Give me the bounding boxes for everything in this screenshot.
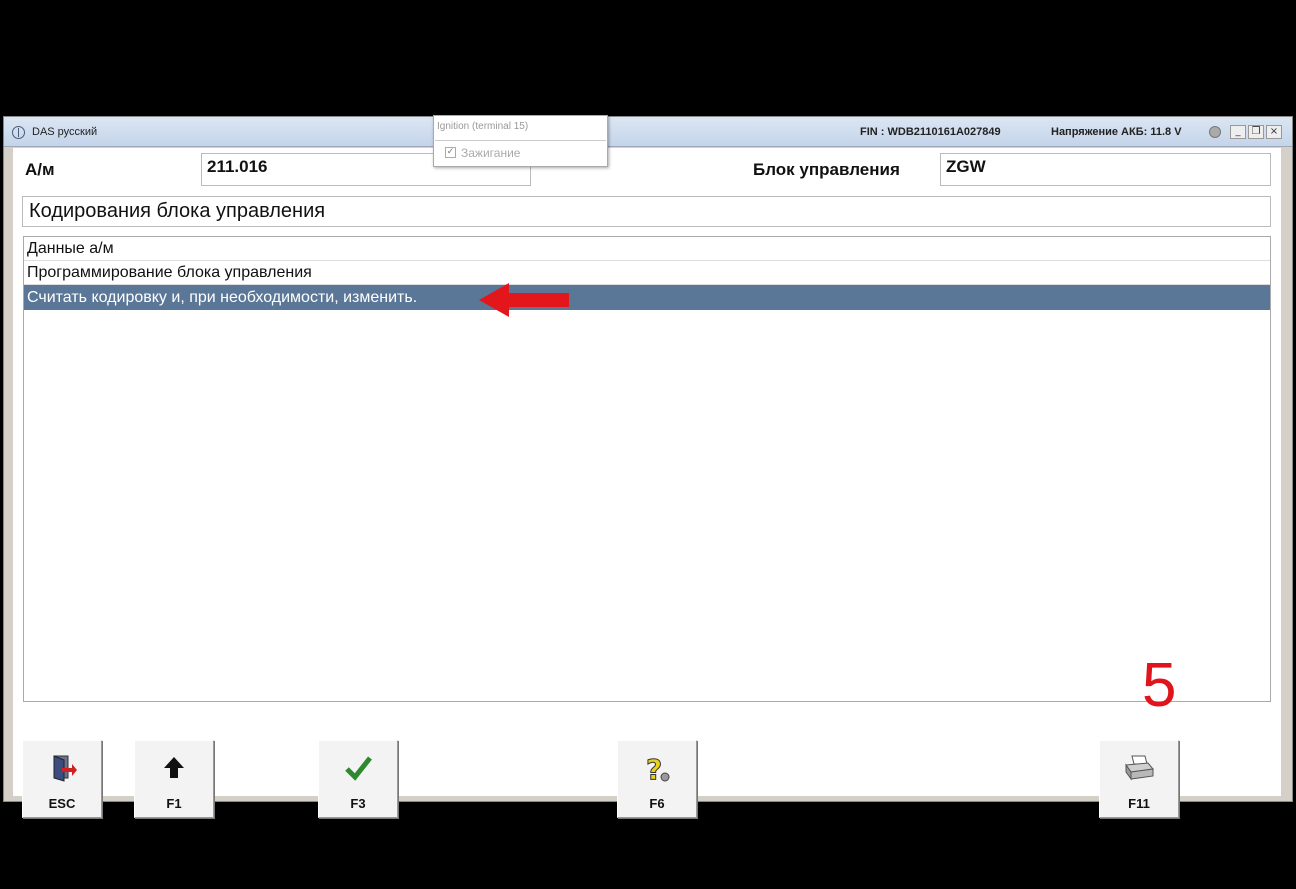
f3-key-label: F3 <box>350 796 366 811</box>
battery-voltage-readout: Напряжение АКБ: 11.8 V <box>1051 126 1182 138</box>
status-indicator-icon <box>1209 126 1221 138</box>
exit-door-icon <box>23 753 101 790</box>
f6-key-label: F6 <box>649 796 665 811</box>
popup-divider <box>435 140 606 141</box>
printer-icon <box>1100 753 1178 790</box>
arrow-up-icon <box>135 753 213 790</box>
help-question-icon: ? <box>618 753 696 792</box>
ecu-field: ZGW <box>940 153 1271 186</box>
ignition-popup: Ignition (terminal 15) ✓ Зажигание <box>433 115 608 167</box>
ecu-label: Блок управления <box>753 160 900 179</box>
fin-readout: FIN : WDB2110161A027849 <box>860 126 1001 138</box>
esc-button[interactable]: ESC <box>22 740 102 818</box>
list-item-read-coding[interactable]: Считать кодировку и, при необходимости, … <box>24 285 1270 310</box>
list-item-ecu-programming[interactable]: Программирование блока управления <box>24 261 1270 285</box>
f1-key-label: F1 <box>166 796 182 811</box>
vehicle-label: А/м <box>25 160 55 179</box>
title-bar: DAS русский FIN : WDB2110161A027849 Напр… <box>4 117 1292 147</box>
close-button[interactable]: × <box>1266 125 1282 139</box>
esc-key-label: ESC <box>48 796 76 811</box>
f6-button[interactable]: ? F6 <box>617 740 697 818</box>
mercedes-star-icon <box>12 126 25 139</box>
section-title: Кодирования блока управления <box>22 196 1271 227</box>
f11-key-label: F11 <box>1128 796 1150 811</box>
das-window: DAS русский FIN : WDB2110161A027849 Напр… <box>3 116 1293 818</box>
red-arrow-annotation <box>479 283 569 317</box>
ignition-label: Зажигание <box>461 146 521 160</box>
f3-button[interactable]: F3 <box>318 740 398 818</box>
minimize-button[interactable]: _ <box>1230 125 1246 139</box>
f11-button[interactable]: F11 <box>1099 740 1179 818</box>
restore-button[interactable]: ❐ <box>1248 125 1264 139</box>
menu-list: Данные а/м Программирование блока управл… <box>23 236 1271 720</box>
svg-text:?: ? <box>646 753 662 785</box>
checkmark-icon <box>319 753 397 790</box>
ignition-checkbox[interactable]: ✓ <box>445 147 456 158</box>
list-item-vehicle-data[interactable]: Данные а/м <box>24 237 1270 261</box>
ignition-popup-title: Ignition (terminal 15) <box>437 121 529 132</box>
main-panel: А/м 211.016 Блок управления ZGW Кодирова… <box>13 148 1281 818</box>
f1-button[interactable]: F1 <box>134 740 214 818</box>
step-number-annotation: 5 <box>1142 651 1177 720</box>
window-title: DAS русский <box>32 126 98 138</box>
